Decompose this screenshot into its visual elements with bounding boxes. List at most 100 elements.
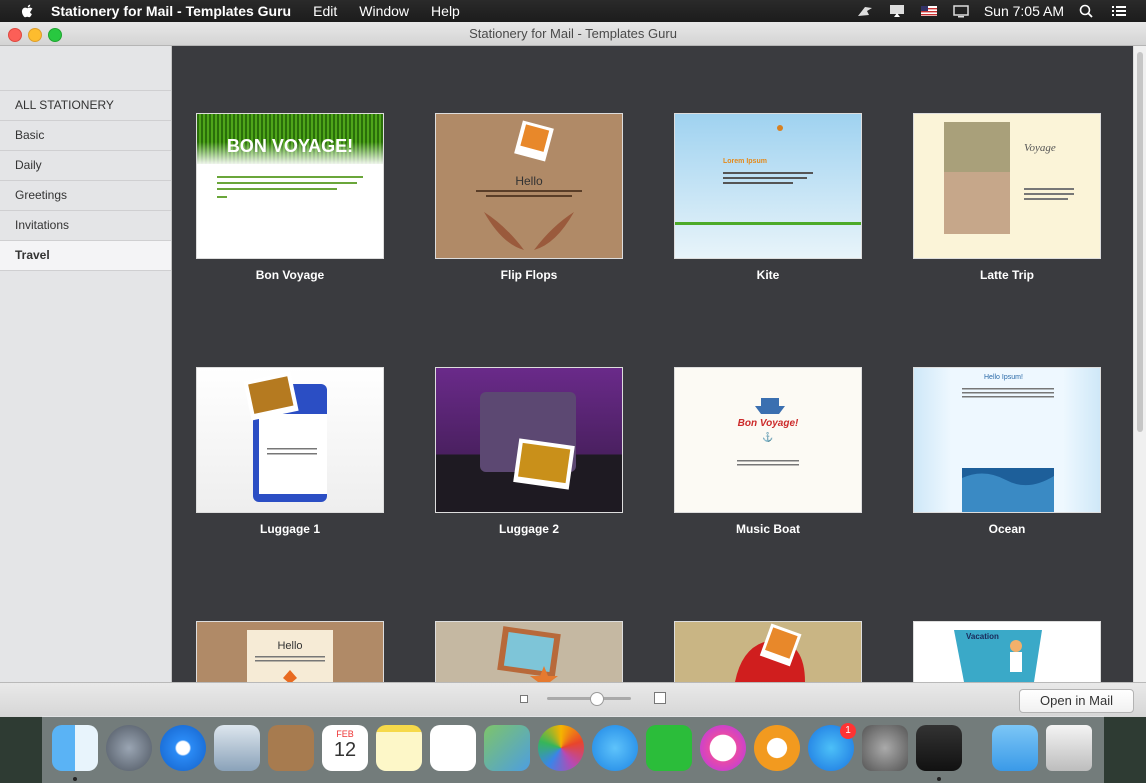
template-heading: Voyage [1024,142,1056,154]
template-thumbnail[interactable]: Voyage [913,113,1101,259]
calendar-icon[interactable]: FEB 12 [322,725,368,771]
spotlight-icon[interactable] [1078,4,1096,18]
template-label: Latte Trip [979,268,1034,282]
template-card-row3-2[interactable] [435,621,623,682]
svg-text:⚓: ⚓ [762,431,773,442]
template-heading: Bon Voyage! [737,418,799,429]
template-label: Bon Voyage [255,268,325,282]
vertical-scrollbar[interactable] [1133,46,1146,682]
template-heading: Hello [515,174,543,188]
scrollbar-thumb[interactable] [1137,52,1143,432]
template-heading: Hello Ipsum! [984,374,1023,381]
template-thumbnail[interactable]: Lorem Ipsum [674,113,862,259]
template-banner-text: BON VOYAGE! [226,136,354,156]
zoom-out-icon[interactable] [520,695,528,703]
template-thumbnail[interactable] [435,367,623,513]
template-label: Ocean [988,522,1026,536]
clock[interactable]: Sun 7:05 AM [984,3,1064,19]
launchpad-icon[interactable] [106,725,152,771]
template-thumbnail[interactable]: Hello Ipsum! [913,367,1101,513]
template-card-music-boat[interactable]: ⚓ Bon Voyage! Music Boat [674,367,862,536]
calendar-month: FEB [336,729,354,739]
menu-window[interactable]: Window [359,3,409,19]
running-indicator [937,777,941,781]
template-thumbnail[interactable]: Hello [196,621,384,682]
template-card-flip-flops[interactable]: Hello Flip Flops [435,113,623,282]
minimize-button[interactable] [28,28,42,42]
menu-edit[interactable]: Edit [313,3,337,19]
template-card-row3-4[interactable]: Vacation [913,621,1101,682]
airplay-icon[interactable] [888,4,906,18]
zoom-slider[interactable] [547,692,631,706]
zoom-in-icon[interactable] [654,692,666,704]
stationery-icon[interactable] [916,725,962,771]
title-bar: Stationery for Mail - Templates Guru [0,22,1146,46]
app-store-badge: 1 [840,723,856,739]
finder-icon[interactable] [52,725,98,771]
maps-icon[interactable] [484,725,530,771]
close-button[interactable] [8,28,22,42]
template-grid: BON VOYAGE! Bon Voyage Hello Flip Flops [172,46,1133,682]
sidebar-item-greetings[interactable]: Greetings [0,181,171,211]
template-label: Luggage 1 [259,522,320,536]
sidebar-item-travel[interactable]: Travel [0,241,171,271]
window-title: Stationery for Mail - Templates Guru [469,26,677,41]
us-flag-icon[interactable] [920,4,938,18]
template-thumbnail[interactable]: BON VOYAGE! [196,113,384,259]
template-thumbnail[interactable] [674,621,862,682]
ibooks-icon[interactable] [754,725,800,771]
running-indicator [73,777,77,781]
display-icon[interactable] [952,4,970,18]
template-heading: Hello [277,640,303,652]
template-card-row3-3[interactable] [674,621,862,682]
sidebar-item-daily[interactable]: Daily [0,151,171,181]
template-label: Flip Flops [500,268,558,282]
zoom-slider-knob[interactable] [590,692,604,706]
bottom-toolbar: Open in Mail [0,682,1146,717]
template-label: Music Boat [735,522,800,536]
menu-help[interactable]: Help [431,3,460,19]
calendar-day: 12 [333,739,357,761]
template-card-kite[interactable]: Lorem Ipsum Kite [674,113,862,282]
template-label: Luggage 2 [498,522,559,536]
open-in-mail-button[interactable]: Open in Mail [1019,689,1134,713]
mail-icon[interactable] [214,725,260,771]
template-thumbnail[interactable] [435,621,623,682]
template-label: Kite [756,268,780,282]
template-thumbnail[interactable] [196,367,384,513]
template-thumbnail[interactable]: Vacation [913,621,1101,682]
sidebar: ALL STATIONERY Basic Daily Greetings Inv… [0,46,172,682]
messages-icon[interactable] [592,725,638,771]
sidebar-item-all-stationery[interactable]: ALL STATIONERY [0,90,171,121]
contacts-icon[interactable] [268,725,314,771]
facetime-icon[interactable] [646,725,692,771]
template-card-ocean[interactable]: Hello Ipsum! Ocean [913,367,1101,536]
notification-center-icon[interactable] [1110,4,1128,18]
template-thumbnail[interactable]: ⚓ Bon Voyage! [674,367,862,513]
template-card-luggage-1[interactable]: Luggage 1 [196,367,384,536]
menu-bar: Stationery for Mail - Templates Guru Edi… [0,0,1146,22]
photos-icon[interactable] [538,725,584,771]
template-heading: Lorem Ipsum [723,158,767,165]
trash-icon[interactable] [1046,725,1092,771]
reminders-icon[interactable] [430,725,476,771]
template-heading: Vacation [966,632,999,641]
sidebar-item-basic[interactable]: Basic [0,121,171,151]
zoom-button[interactable] [48,28,62,42]
safari-icon[interactable] [160,725,206,771]
template-thumbnail[interactable]: Hello [435,113,623,259]
dock: FEB 12 1 [42,716,1104,783]
app-window: Stationery for Mail - Templates Guru ALL… [0,22,1146,717]
dolphin-icon[interactable] [856,4,874,18]
sidebar-item-invitations[interactable]: Invitations [0,211,171,241]
system-preferences-icon[interactable] [862,725,908,771]
template-card-luggage-2[interactable]: Luggage 2 [435,367,623,536]
template-card-bon-voyage[interactable]: BON VOYAGE! Bon Voyage [196,113,384,282]
itunes-icon[interactable] [700,725,746,771]
downloads-folder-icon[interactable] [992,725,1038,771]
notes-icon[interactable] [376,725,422,771]
template-card-latte-trip[interactable]: Voyage Latte Trip [913,113,1101,282]
apple-icon[interactable] [20,3,36,19]
app-menu[interactable]: Stationery for Mail - Templates Guru [51,3,291,19]
template-card-row3-1[interactable]: Hello [196,621,384,682]
